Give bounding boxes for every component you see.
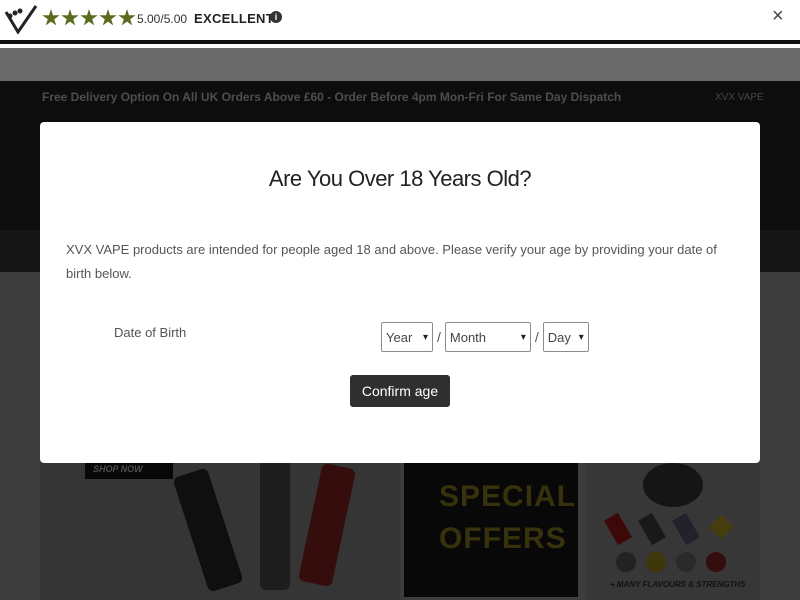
month-select-value: Month [449,329,487,345]
close-icon[interactable]: × [772,6,784,26]
chevron-down-icon: ▾ [578,331,584,343]
dob-label: Date of Birth [114,325,187,340]
day-select[interactable]: Day ▾ [542,322,589,352]
month-select[interactable]: Month ▾ [444,322,531,352]
age-verification-modal: Are You Over 18 Years Old? XVX VAPE prod… [40,122,760,463]
rating-word: EXCELLENT [194,11,274,26]
info-icon[interactable]: i [270,11,282,23]
year-select[interactable]: Year ▾ [381,322,433,352]
confirm-age-button[interactable]: Confirm age [350,375,450,407]
star-icon [99,9,117,26]
star-icon [118,9,136,26]
star-icon [80,9,98,26]
modal-title: Are You Over 18 Years Old? [268,166,532,191]
star-icon [61,9,79,26]
rating-stars [42,9,136,27]
chevron-down-icon: ▾ [422,331,428,343]
rating-score: 5.00/5.00 [137,12,188,26]
day-select-value: Day [547,329,571,345]
star-icon [42,9,60,26]
review-bar: 5.00/5.00 EXCELLENT i × [0,0,800,44]
chevron-down-icon: ▾ [520,331,526,343]
date-separator: / [437,329,441,345]
dob-selects: Year ▾ / Month ▾ / Day ▾ [381,322,589,352]
modal-description: XVX VAPE products are intended for peopl… [66,242,717,281]
date-separator: / [534,329,539,345]
reviews-logo-icon [4,5,38,34]
year-select-value: Year [386,329,413,345]
